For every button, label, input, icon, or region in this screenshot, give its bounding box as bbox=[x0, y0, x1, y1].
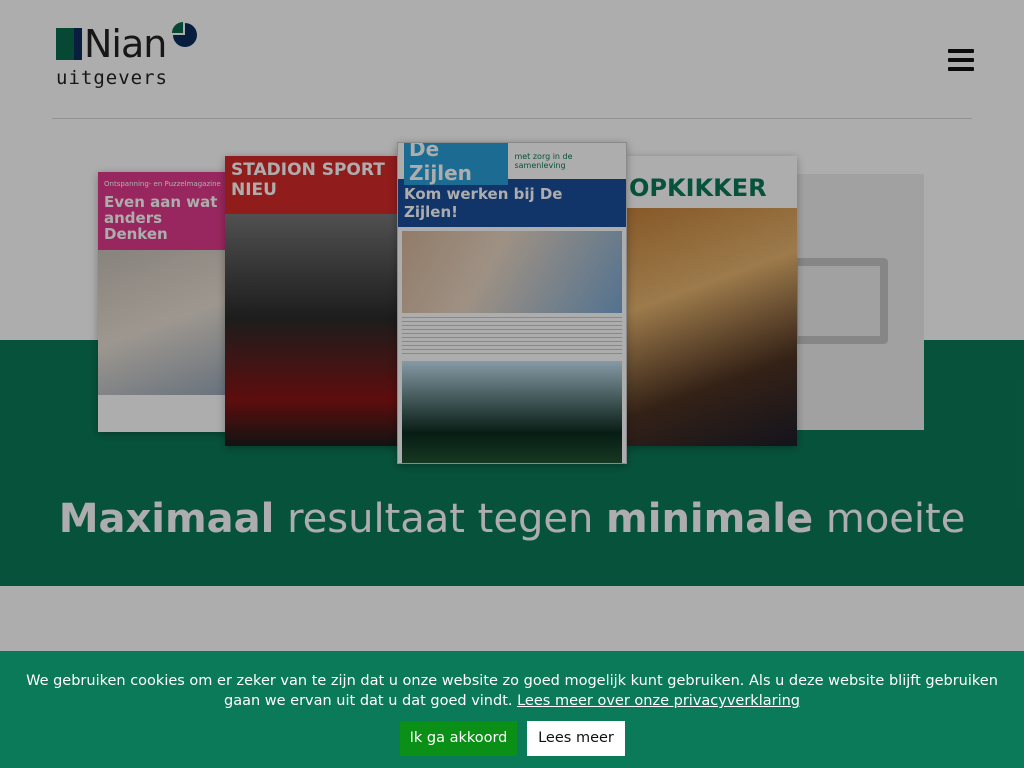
cookie-text: We gebruiken cookies om er zeker van te … bbox=[26, 673, 998, 709]
accept-cookies-button[interactable]: Ik ga akkoord bbox=[400, 721, 517, 756]
cookie-banner: We gebruiken cookies om er zeker van te … bbox=[0, 651, 1024, 768]
read-more-button[interactable]: Lees meer bbox=[527, 721, 625, 756]
privacy-link[interactable]: Lees meer over onze privacyverklaring bbox=[517, 693, 800, 709]
cookie-message: We gebruiken cookies om er zeker van te … bbox=[16, 671, 1008, 711]
